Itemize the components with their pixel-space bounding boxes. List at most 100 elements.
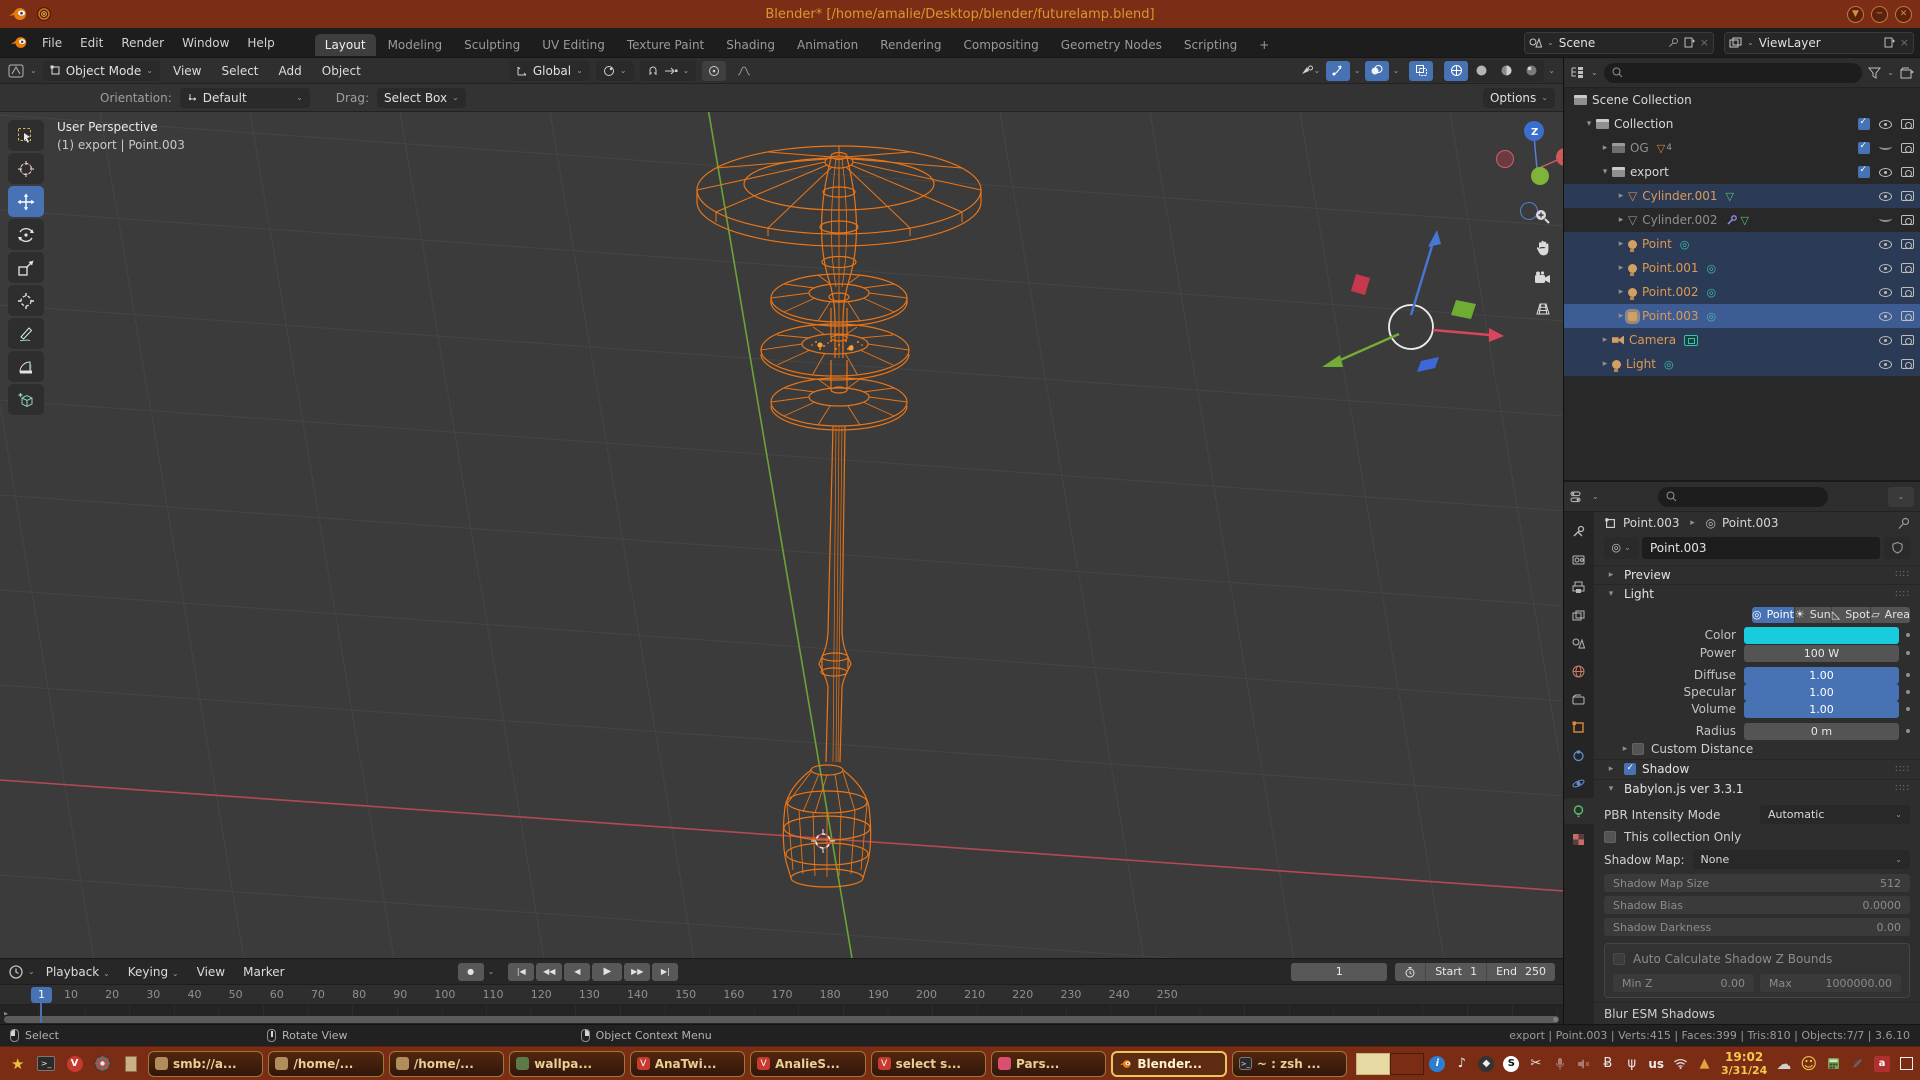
- menu-add[interactable]: Add: [272, 62, 309, 80]
- weather-tray-icon[interactable]: ☁: [1776, 1055, 1791, 1073]
- expand-arrow-icon[interactable]: ▾: [1582, 119, 1596, 129]
- screenshot-tray-icon[interactable]: ✂: [1528, 1056, 1543, 1071]
- playhead-line[interactable]: [40, 1003, 42, 1023]
- camera-view-icon[interactable]: [1531, 266, 1555, 290]
- outliner-search-input[interactable]: [1604, 63, 1863, 83]
- expand-arrow-icon[interactable]: ▸: [1618, 744, 1632, 754]
- properties-filter-dropdown[interactable]: ⌄: [1888, 487, 1914, 507]
- auto-keying-toggle[interactable]: ●: [458, 963, 484, 981]
- taskbar-window-smb[interactable]: smb://a...: [148, 1051, 263, 1077]
- pin-icon[interactable]: [1668, 37, 1679, 48]
- updates-tray-icon[interactable]: ▲: [1697, 1056, 1712, 1071]
- light-type-spot[interactable]: ◺ Spot: [1832, 607, 1871, 623]
- render-visibility-icon[interactable]: [1901, 215, 1914, 225]
- expand-arrow-icon[interactable]: ▸: [1614, 239, 1628, 249]
- hide-eye-icon[interactable]: [1879, 168, 1892, 177]
- taskbar-window-select[interactable]: Vselect s...: [871, 1051, 986, 1077]
- panel-shadow[interactable]: ▸ Shadow ∷∷: [1594, 759, 1920, 779]
- render-visibility-icon[interactable]: [1901, 143, 1914, 153]
- outliner-display-mode-icon[interactable]: [1570, 66, 1585, 79]
- music-tray-icon[interactable]: ♪: [1454, 1056, 1469, 1071]
- expand-arrow-icon[interactable]: ▸: [1614, 191, 1628, 201]
- tool-rotate[interactable]: [8, 219, 44, 250]
- taskbar-window-home1[interactable]: /home/...: [268, 1051, 383, 1077]
- animate-dot-icon[interactable]: [1906, 690, 1910, 694]
- workspace-1[interactable]: [1356, 1053, 1390, 1075]
- tab-constraints[interactable]: [1564, 742, 1594, 768]
- tool-cursor[interactable]: [8, 153, 44, 184]
- expand-arrow-icon[interactable]: ▸: [1598, 335, 1612, 345]
- expand-arrow-icon[interactable]: ▾: [1598, 167, 1612, 177]
- taskbar-window-wallpaper[interactable]: wallpa...: [509, 1051, 624, 1077]
- menu-edit[interactable]: Edit: [72, 33, 111, 53]
- tab-object[interactable]: [1564, 714, 1594, 740]
- shading-solid-button[interactable]: [1469, 61, 1493, 81]
- outliner-row-cylinder002[interactable]: ▸ ▽ Cylinder.002 ▽: [1564, 208, 1920, 232]
- outliner-row-point001[interactable]: ▸ Point.001 ◎: [1564, 256, 1920, 280]
- frame-start-field[interactable]: Start1: [1426, 963, 1487, 981]
- hide-eye-icon[interactable]: [1879, 120, 1892, 129]
- collection-checkbox[interactable]: [1858, 118, 1870, 130]
- datablock-type-dropdown[interactable]: ◎ ⌄: [1604, 537, 1638, 559]
- falloff-curve-icon[interactable]: [732, 61, 756, 81]
- media-player-launcher-icon[interactable]: V: [63, 1052, 86, 1076]
- tool-measure[interactable]: [8, 351, 44, 382]
- tab-scene[interactable]: [1564, 630, 1594, 656]
- timeline-editor-icon[interactable]: [8, 964, 24, 980]
- menu-file[interactable]: File: [34, 33, 70, 53]
- new-scene-icon[interactable]: [1684, 37, 1695, 49]
- jump-to-start-button[interactable]: |◀: [508, 963, 534, 981]
- tab-collection[interactable]: [1564, 686, 1594, 712]
- panel-babylon[interactable]: ▾ Babylon.js ver 3.3.1 ∷∷: [1594, 779, 1920, 799]
- options-dropdown[interactable]: Options ⌄: [1483, 88, 1555, 108]
- outliner-row-point002[interactable]: ▸ Point.002 ◎: [1564, 280, 1920, 304]
- menu-window[interactable]: Window: [174, 33, 237, 53]
- pan-hand-icon[interactable]: [1531, 235, 1555, 259]
- animate-dot-icon[interactable]: [1906, 707, 1910, 711]
- expand-arrow-icon[interactable]: ▸: [1614, 215, 1628, 225]
- power-field[interactable]: 100 W: [1744, 645, 1899, 662]
- chevron-down-icon[interactable]: ⌄: [1354, 66, 1361, 75]
- outliner-row-collection[interactable]: ▾ Collection: [1564, 112, 1920, 136]
- outliner-row-point[interactable]: ▸ Point ◎: [1564, 232, 1920, 256]
- render-visibility-icon[interactable]: [1901, 311, 1914, 321]
- hide-eye-icon[interactable]: [1879, 192, 1892, 201]
- workspace-tab-texturepaint[interactable]: Texture Paint: [617, 34, 714, 56]
- tool-select-box[interactable]: [8, 120, 44, 151]
- tab-world[interactable]: [1564, 658, 1594, 684]
- remove-viewlayer-icon[interactable]: ×: [1900, 36, 1909, 49]
- taskbar-window-blender[interactable]: Blender...: [1111, 1051, 1226, 1077]
- taskbar-window-analies[interactable]: VAnalieS...: [750, 1051, 865, 1077]
- hidden-eye-icon[interactable]: [1879, 215, 1892, 222]
- minimize-button[interactable]: ─: [1871, 6, 1888, 23]
- volume-slider[interactable]: 1.00: [1744, 701, 1899, 718]
- taskbar-window-anatwi[interactable]: VAnaTwi...: [630, 1051, 745, 1077]
- viewport-3d[interactable]: Z X User Perspective (1) export | Point.…: [0, 112, 1563, 958]
- workspace-tab-shading[interactable]: Shading: [716, 34, 785, 56]
- tab-object-data-light[interactable]: [1564, 798, 1594, 824]
- outliner-row-scene-collection[interactable]: Scene Collection: [1564, 88, 1920, 112]
- tool-add-cube[interactable]: [8, 384, 44, 415]
- shading-material-button[interactable]: [1494, 61, 1518, 81]
- window-menu-button[interactable]: ▼: [1847, 6, 1864, 23]
- clock[interactable]: 19:02 3/31/24: [1721, 1051, 1767, 1077]
- drag-mode-dropdown[interactable]: Select Box ⌄: [377, 88, 466, 108]
- new-viewlayer-icon[interactable]: [1884, 37, 1895, 49]
- shading-rendered-button[interactable]: [1519, 61, 1543, 81]
- games-launcher-icon[interactable]: [91, 1052, 114, 1076]
- workspace-tab-uvediting[interactable]: UV Editing: [532, 34, 615, 56]
- mode-dropdown[interactable]: Object Mode ⌄: [43, 61, 160, 81]
- breadcrumb-data[interactable]: Point.003: [1722, 516, 1779, 530]
- collection-checkbox[interactable]: [1858, 166, 1870, 178]
- render-visibility-icon[interactable]: [1901, 359, 1914, 369]
- tool-annotate[interactable]: [8, 318, 44, 349]
- pivot-dropdown[interactable]: ⌄: [596, 61, 634, 81]
- light-color-swatch[interactable]: [1744, 627, 1899, 644]
- menu-help[interactable]: Help: [239, 33, 282, 53]
- menu-object[interactable]: Object: [315, 62, 368, 80]
- diffuse-slider[interactable]: 1.00: [1744, 667, 1899, 684]
- chevron-down-icon[interactable]: ⌄: [1548, 66, 1555, 75]
- use-preview-range-toggle[interactable]: [1395, 963, 1426, 981]
- info-tray-icon[interactable]: i: [1429, 1056, 1445, 1072]
- window-placeholder-tray-icon[interactable]: [1899, 1057, 1914, 1070]
